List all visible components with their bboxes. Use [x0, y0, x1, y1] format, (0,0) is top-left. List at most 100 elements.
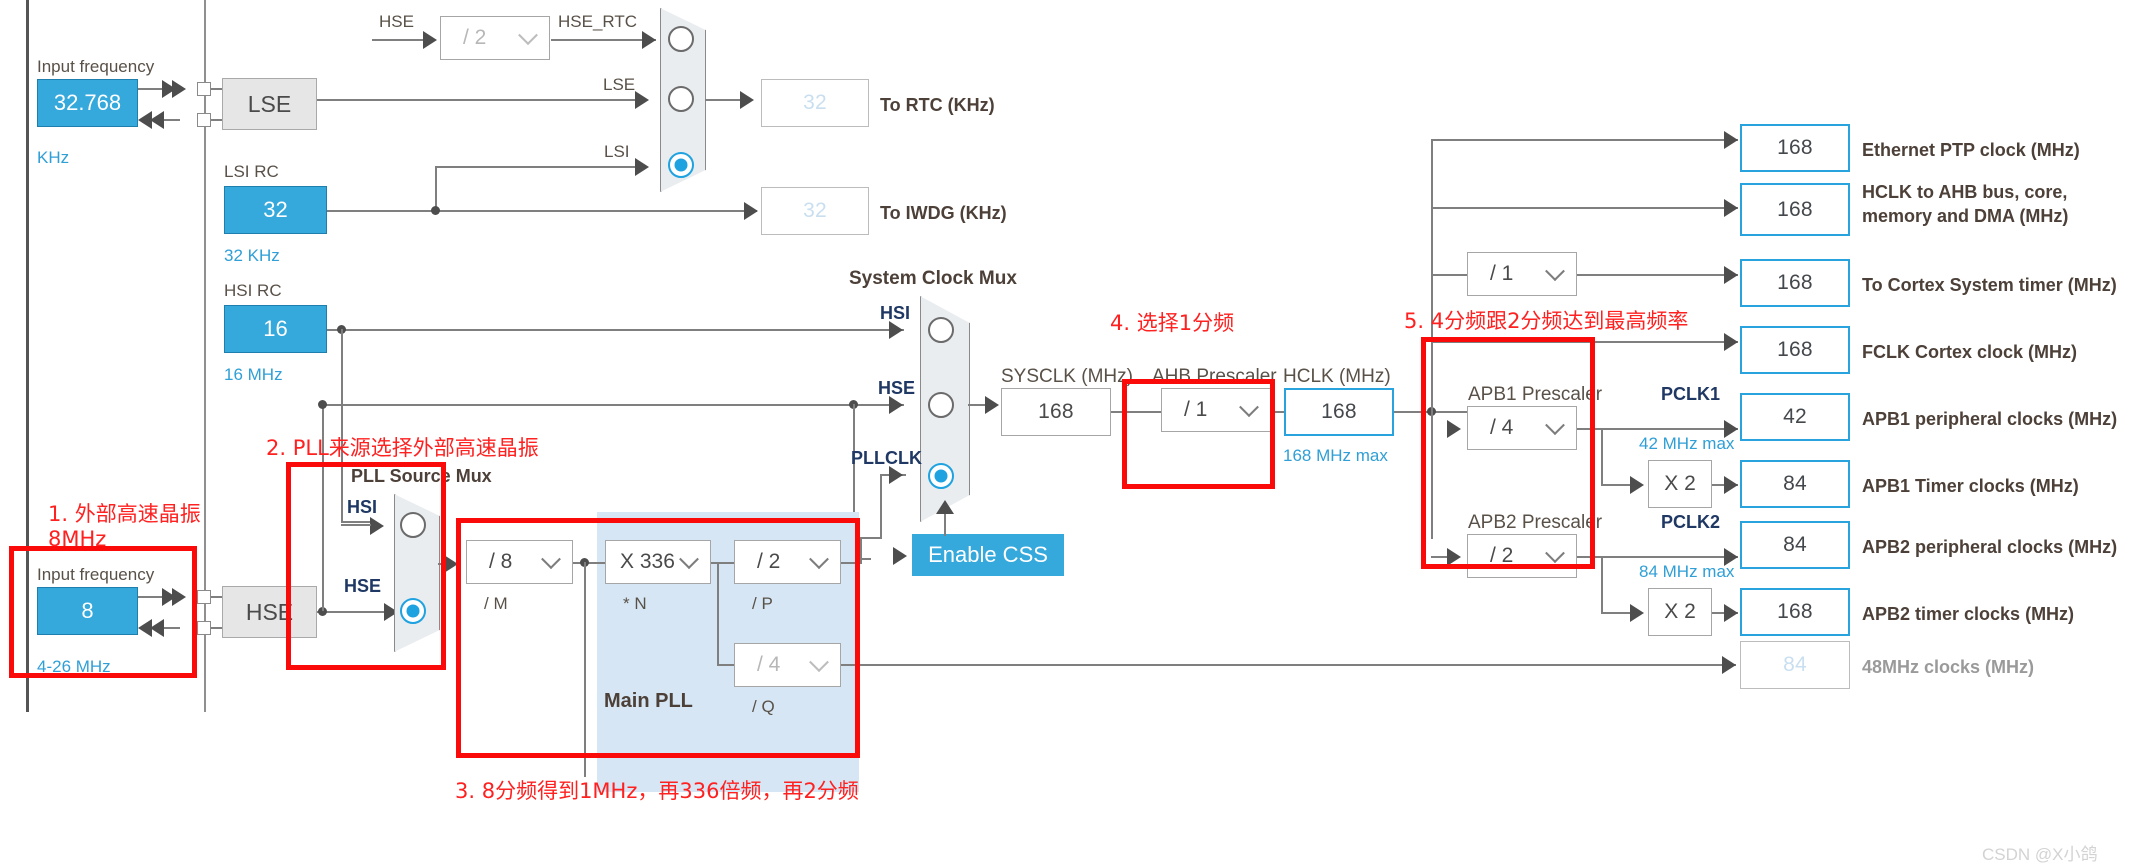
rtc-mux-lse-label: LSE: [603, 75, 636, 94]
pll-q-out-arrow: [1722, 656, 1736, 674]
lse-pin-top: [197, 82, 211, 96]
css-to-mux-arrow: [936, 500, 954, 514]
pclk2-branch-down: [1601, 556, 1603, 614]
hse-rtc-divider-value: / 2: [463, 26, 487, 49]
hse-to-sysmux-wire: [322, 404, 904, 406]
hse-pin-bottom: [197, 621, 211, 635]
hclk-to-cortex-presc-wire: [1431, 274, 1468, 276]
system-clock-mux-pllclk-label: PLLCLK: [851, 448, 922, 468]
output-48mhz-value: 84: [1740, 641, 1850, 689]
annotation-box-main-pll: [456, 518, 860, 758]
annotation-box-ahb-prescaler: [1122, 379, 1275, 489]
output-apb2-peripheral-label: APB2 peripheral clocks (MHz): [1862, 537, 2118, 557]
sysclk-value-box: 168: [1001, 388, 1111, 436]
lsi-range-label: 32 KHz: [224, 246, 280, 265]
css-input-arrow: [893, 547, 907, 565]
hclk-to-ethernet-arrow: [1724, 131, 1738, 149]
hclk-to-ahb-bus-wire: [1431, 207, 1738, 209]
annotation-2-text: 2. PLL来源选择外部高速晶振: [266, 436, 539, 460]
to-rtc-value-box: 32: [761, 79, 869, 127]
chevron-down-icon: [518, 25, 538, 46]
system-clock-mux-option-hse[interactable]: [928, 392, 954, 418]
lse-arrow-out-2: [172, 80, 186, 98]
lse-oscillator-block: LSE: [222, 78, 317, 130]
system-clock-mux-title: System Clock Mux: [849, 268, 1017, 289]
hclk-to-fclk-arrow: [1724, 333, 1738, 351]
lse-frequency-input[interactable]: 32.768: [37, 79, 138, 127]
apb2-timer-multiplier-box: X 2: [1648, 588, 1712, 636]
hclk-to-ahb-bus-arrow: [1724, 199, 1738, 217]
output-hclk-ahb-value: 168: [1740, 183, 1850, 236]
output-hclk-ahb-label: HCLK to AHB bus, core, memory and DMA (M…: [1862, 182, 2069, 227]
hse-rtc-out-label: HSE_RTC: [558, 12, 638, 31]
chevron-down-icon: [1545, 261, 1565, 282]
cortex-systimer-prescaler-value: / 1: [1490, 262, 1514, 285]
pclk2-max-label: 84 MHz max: [1639, 562, 1735, 581]
sysmux-out-arrow: [985, 396, 999, 414]
output-fclk-cortex-value: 168: [1740, 326, 1850, 374]
annotation-4-text: 4. 选择1分频: [1110, 311, 1235, 335]
hclk-to-ethernet-wire: [1431, 139, 1738, 141]
hclk-value-box: 168: [1284, 388, 1394, 436]
hse-top-corner-dot: [318, 400, 327, 409]
annotation-1-sub-text: 8MHz: [48, 527, 107, 551]
pclk1-label: PCLK1: [1661, 384, 1721, 404]
system-clock-mux-option-pllclk[interactable]: [928, 463, 954, 489]
pclk1-branch-down: [1601, 428, 1603, 486]
lse-input-frequency-label: Input frequency: [37, 57, 155, 76]
sysclk-label: SYSCLK (MHz): [1001, 366, 1133, 387]
output-fclk-cortex-label: FCLK Cortex clock (MHz): [1862, 342, 2078, 362]
output-ethernet-ptp-value: 168: [1740, 124, 1850, 172]
annotation-5-text: 5. 4分频跟2分频达到最高频率: [1404, 309, 1689, 333]
annotation-3-text: 3. 8分频得到1MHz，再336倍频，再2分频: [455, 779, 859, 803]
rtc-mux-option-hse-rtc[interactable]: [668, 26, 694, 52]
lsi-to-rtcmux-wire-h: [435, 166, 642, 168]
hse-rtc-in-arrow: [423, 31, 437, 49]
lsi-frequency-value: 32: [224, 186, 327, 234]
rtc-mux-option-lse[interactable]: [668, 86, 694, 112]
lsi-rc-title: LSI RC: [224, 162, 279, 181]
lsi-to-rtcmux-arrow: [635, 158, 649, 176]
system-clock-mux-option-hsi[interactable]: [928, 317, 954, 343]
to-iwdg-label: To IWDG (KHz): [880, 203, 1007, 223]
to-iwdg-value-box: 32: [761, 187, 869, 235]
output-apb2-timer-label: APB2 timer clocks (MHz): [1862, 604, 2075, 624]
pclk2-to-x2-arrow: [1630, 604, 1644, 622]
hsi-rc-title: HSI RC: [224, 281, 282, 300]
pll-q-out-wire: [841, 664, 1736, 666]
cortex-systimer-prescaler-combo[interactable]: / 1: [1467, 252, 1577, 296]
output-cortex-systimer-value: 168: [1740, 259, 1850, 307]
hse-rtc-out-wire: [551, 39, 656, 41]
enable-css-button[interactable]: Enable CSS: [912, 534, 1064, 576]
output-apb1-timer-label: APB1 Timer clocks (MHz): [1862, 476, 2079, 496]
output-apb1-peripheral-value: 42: [1740, 393, 1850, 441]
rtc-mux-option-lsi[interactable]: [668, 152, 694, 178]
lsi-to-iwdg-arrow: [744, 202, 758, 220]
hsi-to-sysmux-wire: [327, 329, 904, 331]
apb1-x2-out-arrow: [1724, 476, 1738, 494]
lsi-main-wire: [327, 210, 757, 212]
output-apb2-timer-value: 168: [1740, 588, 1850, 636]
lsi-junction-dot: [431, 206, 440, 215]
apb1-timer-multiplier-box: X 2: [1648, 460, 1712, 508]
pclk1-max-label: 42 MHz max: [1639, 434, 1735, 453]
second-border-rule: [204, 0, 206, 712]
apb2-x2-out-arrow: [1724, 604, 1738, 622]
lse-to-rtcmux-wire: [317, 99, 642, 101]
hsi-frequency-value: 16: [224, 305, 327, 353]
lse-unit-label: KHz: [37, 148, 70, 167]
annotation-box-apb-prescalers: [1421, 337, 1595, 569]
hse-rtc-divider-combo[interactable]: / 2: [440, 16, 550, 60]
clock-configuration-diagram: Input frequency 32.768 KHz LSE HSE / 2 H…: [0, 0, 2129, 864]
hse-pin-top: [197, 590, 211, 604]
output-apb2-peripheral-value: 84: [1740, 521, 1850, 569]
system-clock-mux-hsi-label: HSI: [880, 303, 911, 323]
pllclk-bridge: [860, 537, 882, 539]
css-to-mux-wire: [944, 512, 946, 536]
hse-rtc-out-arrow: [642, 31, 656, 49]
hclk-label: HCLK (MHz): [1283, 366, 1391, 387]
output-ethernet-ptp-label: Ethernet PTP clock (MHz): [1862, 140, 2080, 160]
watermark: CSDN @X小鸽: [1982, 845, 2098, 864]
pllclk-riser-b: [880, 474, 882, 539]
lse-arrow-in-2: [150, 111, 164, 129]
